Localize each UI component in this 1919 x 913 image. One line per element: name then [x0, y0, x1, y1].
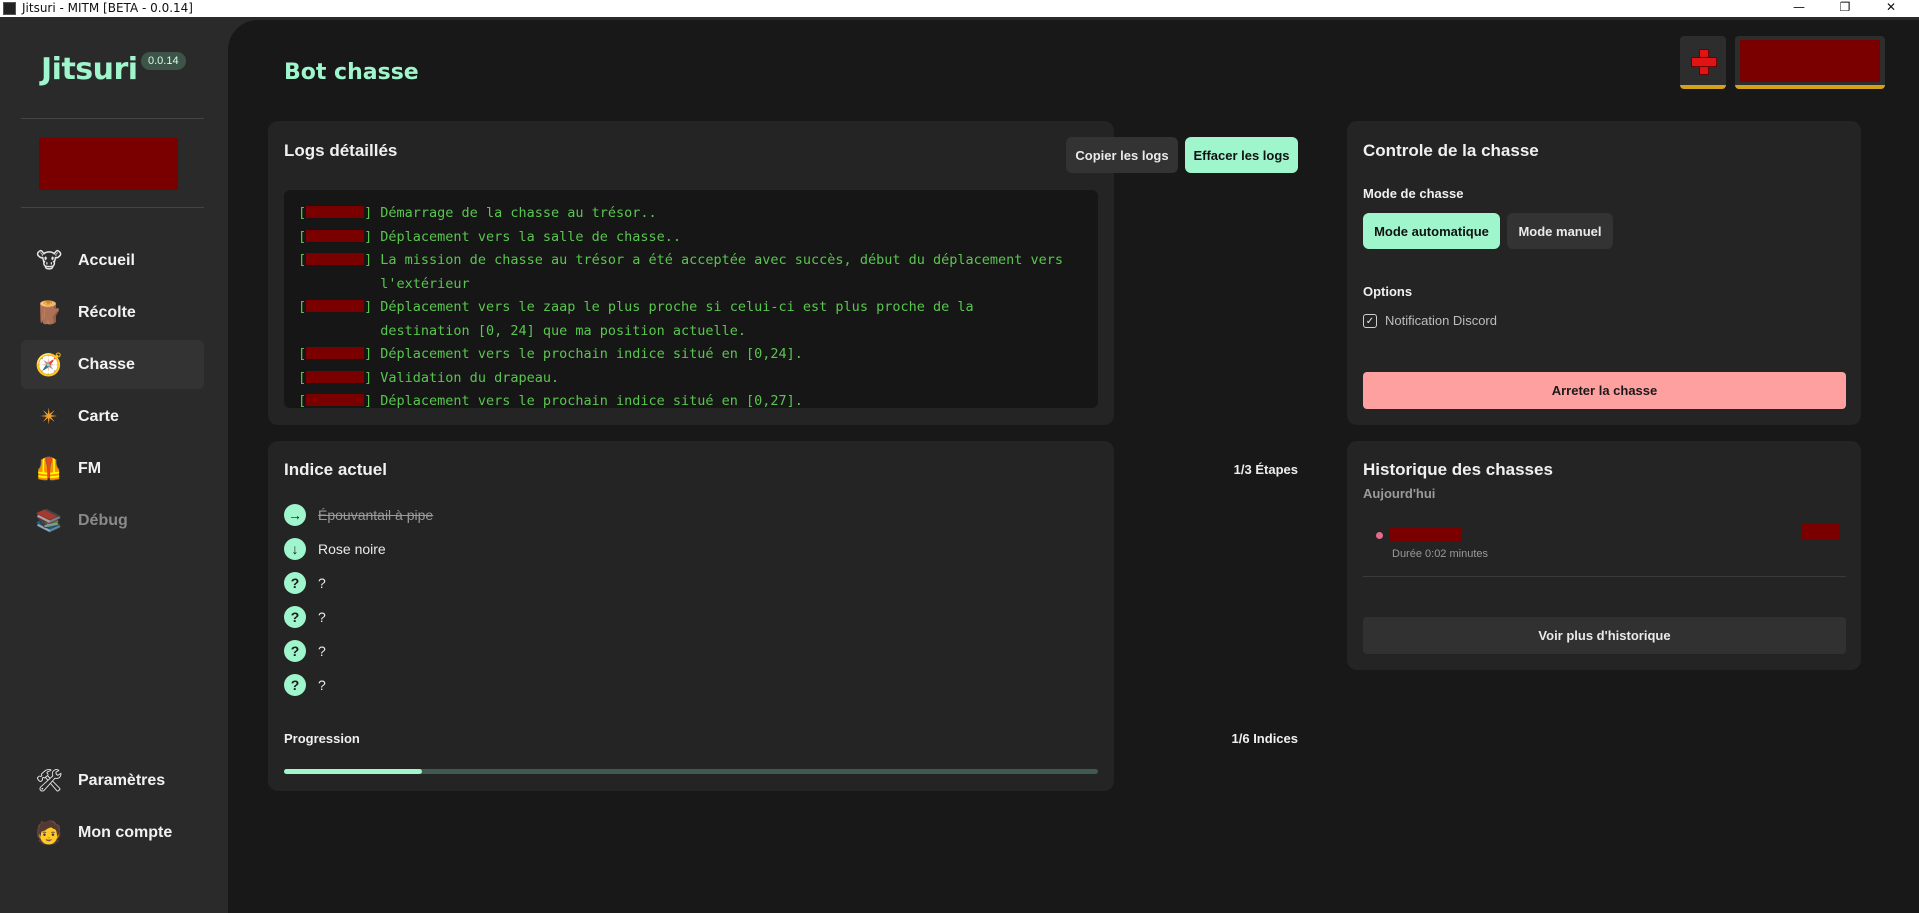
- log-line: [] Déplacement vers le prochain indice si…: [298, 346, 803, 362]
- control-title: Controle de la chasse: [1363, 141, 1539, 160]
- health-button[interactable]: [1680, 36, 1726, 89]
- clue-item: ↓ Rose noire: [284, 536, 386, 562]
- log-line: [] Déplacement vers le zaap le plus proch…: [298, 299, 974, 339]
- sidebar-item-chasse[interactable]: 🧭 Chasse: [21, 340, 204, 389]
- sidebar-item-parametres[interactable]: 🛠 Paramètres: [21, 756, 204, 805]
- character-redacted-block: [1740, 40, 1880, 82]
- log-icon: 🪵: [35, 299, 63, 325]
- clue-label: ?: [318, 643, 326, 659]
- history-duration: Durée 0:02 minutes: [1392, 548, 1488, 560]
- question-icon: ?: [284, 606, 306, 628]
- log-line: [] Validation du drapeau.: [298, 369, 560, 386]
- indice-card: [268, 441, 1114, 791]
- discord-label: Notification Discord: [1385, 313, 1497, 328]
- clue-label: ?: [318, 677, 326, 693]
- log-line: [] La mission de chasse au trésor a été a…: [298, 252, 1064, 292]
- compass-icon: 🧭: [35, 351, 63, 377]
- progress-label: Progression: [284, 731, 360, 746]
- question-icon: ?: [284, 572, 306, 594]
- clue-item: ? ?: [284, 638, 326, 664]
- sidebar-item-label: Récolte: [78, 303, 136, 321]
- brand-logo: Jitsuri: [41, 52, 138, 87]
- books-icon: 📚: [35, 507, 63, 533]
- options-label: Options: [1363, 284, 1413, 299]
- clue-label: ?: [318, 609, 326, 625]
- more-history-button[interactable]: Voir plus d'historique: [1363, 617, 1846, 654]
- sidebar-item-mon-compte[interactable]: 🧑 Mon compte: [21, 808, 204, 857]
- clue-label: Épouvantail à pipe: [318, 507, 434, 523]
- manual-mode-button[interactable]: Mode manuel: [1507, 213, 1613, 249]
- vest-icon: 🦺: [35, 455, 63, 481]
- history-subtitle: Aujourd'hui: [1363, 486, 1436, 501]
- character-button[interactable]: [1735, 36, 1885, 89]
- clue-item: ? ?: [284, 570, 326, 596]
- arrow-down-icon: ↓: [284, 538, 306, 560]
- sidebar-item-label: Accueil: [78, 251, 135, 269]
- sidebar-item-label: Chasse: [78, 355, 135, 373]
- log-console: [] Démarrage de la chasse au trésor.. [] D…: [284, 190, 1098, 409]
- clear-logs-button[interactable]: Effacer les logs: [1185, 137, 1298, 173]
- sidebar-item-label: Mon compte: [78, 823, 173, 841]
- progress-count: 1/6 Indices: [1231, 731, 1298, 746]
- page-title: Bot chasse: [284, 60, 419, 85]
- sidebar-item-debug[interactable]: 📚 Débug: [21, 496, 204, 545]
- sidebar-item-label: Débug: [78, 511, 128, 529]
- sidebar-divider: [21, 207, 204, 208]
- sidebar-item-label: Carte: [78, 407, 119, 425]
- account-redacted-block: [39, 138, 178, 190]
- close-button[interactable]: ✕: [1868, 0, 1914, 17]
- log-line: [] Démarrage de la chasse au trésor..: [298, 205, 657, 221]
- history-title: Historique des chasses: [1363, 460, 1553, 479]
- cow-icon: 🐮: [35, 247, 63, 273]
- restore-button[interactable]: ❐: [1822, 0, 1868, 17]
- mode-label: Mode de chasse: [1363, 186, 1464, 201]
- clue-label: ?: [318, 575, 326, 591]
- status-dot: [1376, 532, 1383, 539]
- clue-item: ? ?: [284, 672, 326, 698]
- clue-label: Rose noire: [318, 541, 386, 557]
- history-divider: [1363, 576, 1846, 577]
- star-burst-icon: ✴: [39, 403, 59, 429]
- clue-item: → Épouvantail à pipe: [284, 502, 433, 528]
- auto-mode-button[interactable]: Mode automatique: [1363, 213, 1500, 249]
- history-entry-redacted: [1802, 524, 1839, 539]
- sidebar-item-label: FM: [78, 459, 102, 477]
- app-icon: [3, 2, 16, 15]
- tools-icon: 🛠: [35, 767, 63, 793]
- sidebar-item-accueil[interactable]: 🐮 Accueil: [21, 236, 204, 285]
- logs-title: Logs détaillés: [284, 141, 398, 160]
- indice-title: Indice actuel: [284, 460, 387, 479]
- discord-checkbox[interactable]: ✓: [1363, 314, 1377, 328]
- sidebar-item-label: Paramètres: [78, 771, 166, 789]
- red-cross-icon: [1691, 48, 1717, 75]
- log-line: [] Déplacement vers le prochain indice si…: [298, 393, 803, 409]
- sidebar: Jitsuri 0.0.14 🐮 Accueil 🪵 Récolte 🧭 Cha…: [0, 17, 228, 913]
- history-entry-redacted: [1389, 527, 1461, 542]
- progress-fill: [284, 769, 423, 774]
- sidebar-item-fm[interactable]: 🦺 FM: [21, 444, 204, 493]
- check-icon: ✓: [1365, 315, 1375, 327]
- window-title-bar: Jitsuri - MITM [BETA - 0.0.14] — ❐ ✕: [0, 0, 1919, 17]
- clue-item: ? ?: [284, 604, 326, 630]
- minimize-button[interactable]: —: [1776, 0, 1822, 17]
- version-badge: 0.0.14: [141, 52, 186, 70]
- sidebar-divider: [21, 118, 204, 119]
- copy-logs-button[interactable]: Copier les logs: [1066, 137, 1178, 173]
- arrow-right-icon: →: [284, 504, 306, 526]
- sidebar-item-recolte[interactable]: 🪵 Récolte: [21, 288, 204, 337]
- log-line: [] Déplacement vers la salle de chasse..: [298, 228, 682, 245]
- question-icon: ?: [284, 674, 306, 696]
- sidebar-item-carte[interactable]: ✴ Carte: [21, 392, 204, 441]
- window-title: Jitsuri - MITM [BETA - 0.0.14]: [22, 1, 193, 15]
- progress-bar: [284, 769, 1098, 774]
- question-icon: ?: [284, 640, 306, 662]
- avatar-icon: 🧑: [35, 819, 63, 845]
- steps-counter: 1/3 Étapes: [1233, 462, 1298, 477]
- stop-hunt-button[interactable]: Arreter la chasse: [1363, 372, 1846, 409]
